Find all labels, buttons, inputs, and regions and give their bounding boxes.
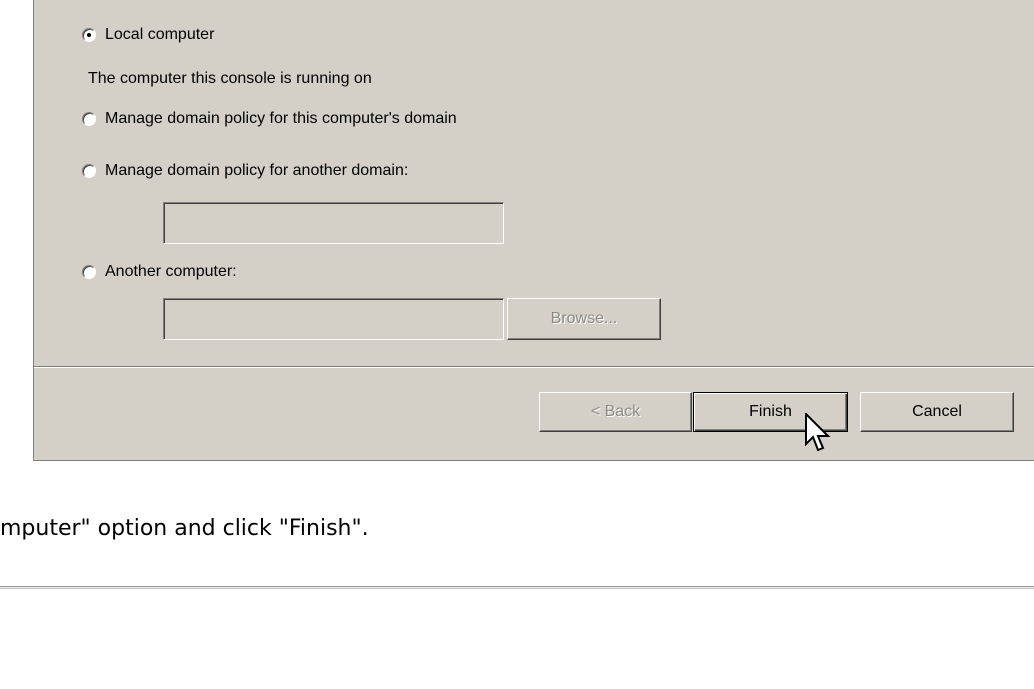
horizontal-rule (0, 586, 1034, 589)
page: Local computer The computer this console… (0, 0, 1034, 689)
back-button[interactable]: < Back (539, 392, 692, 432)
domain-name-field[interactable] (163, 202, 504, 244)
other-domain-radio[interactable] (82, 164, 96, 178)
this-domain-option[interactable]: Manage domain policy for this computer's… (82, 109, 457, 129)
local-computer-hint: The computer this console is running on (88, 70, 372, 87)
select-computer-dialog: Local computer The computer this console… (33, 0, 1034, 461)
computer-name-field[interactable] (163, 298, 504, 340)
another-computer-radio[interactable] (82, 265, 96, 279)
this-domain-radio[interactable] (82, 112, 96, 126)
mouse-pointer-icon (805, 413, 831, 452)
other-domain-option[interactable]: Manage domain policy for another domain: (82, 161, 408, 181)
this-domain-label: Manage domain policy for this computer's… (105, 110, 457, 127)
button-separator (34, 366, 1034, 368)
another-computer-option[interactable]: Another computer: (82, 262, 237, 282)
local-computer-radio[interactable] (82, 28, 96, 42)
local-computer-option[interactable]: Local computer (82, 25, 214, 45)
browse-button[interactable]: Browse... (507, 298, 661, 340)
cancel-button[interactable]: Cancel (860, 392, 1014, 432)
other-domain-label: Manage domain policy for another domain: (105, 162, 409, 179)
another-computer-label: Another computer: (105, 263, 237, 280)
instruction-text: mputer" option and click "Finish". (0, 516, 369, 541)
local-computer-label: Local computer (105, 26, 215, 43)
